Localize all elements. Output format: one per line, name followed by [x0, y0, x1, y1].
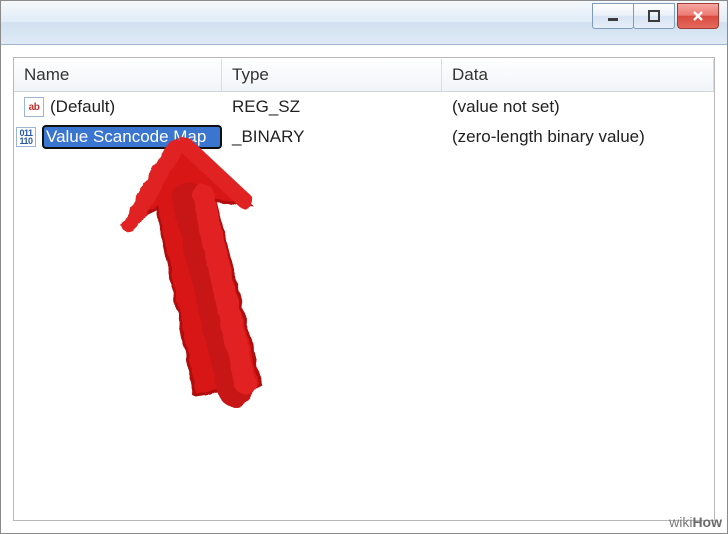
titlebar: [1, 1, 727, 45]
cell-data: (value not set): [442, 97, 714, 117]
cell-type: _BINARY: [222, 127, 442, 147]
watermark-prefix: wiki: [669, 514, 692, 530]
cell-data: (zero-length binary value): [442, 127, 714, 147]
cell-type: REG_SZ: [222, 97, 442, 117]
window-controls: [593, 3, 719, 29]
close-icon: [691, 9, 705, 23]
minimize-button[interactable]: [592, 3, 634, 29]
string-value-icon: ab: [24, 97, 44, 117]
client-area: Name Type Data ab (Default) REG_SZ (valu…: [1, 45, 727, 533]
maximize-button[interactable]: [633, 3, 675, 29]
table-row[interactable]: ab (Default) REG_SZ (value not set): [14, 92, 714, 122]
registry-editor-window: Name Type Data ab (Default) REG_SZ (valu…: [0, 0, 728, 534]
column-header-type[interactable]: Type: [222, 59, 442, 91]
minimize-icon: [606, 9, 620, 23]
binary-value-icon: 011110: [16, 127, 36, 147]
value-name: (Default): [50, 97, 115, 117]
list-header: Name Type Data: [14, 58, 714, 92]
value-rename-input[interactable]: [42, 125, 222, 149]
registry-value-list: Name Type Data ab (Default) REG_SZ (valu…: [13, 57, 715, 521]
watermark-suffix: How: [692, 514, 722, 530]
list-body[interactable]: ab (Default) REG_SZ (value not set) 0111…: [14, 92, 714, 520]
cell-name: ab (Default): [14, 97, 222, 117]
table-row[interactable]: 011110 _BINARY (zero-length binary value…: [14, 122, 714, 152]
maximize-icon: [647, 9, 661, 23]
watermark: wikiHow: [669, 514, 722, 530]
column-header-name[interactable]: Name: [14, 59, 222, 91]
cell-name: 011110: [14, 125, 222, 149]
close-button[interactable]: [677, 3, 719, 29]
column-header-data[interactable]: Data: [442, 59, 714, 91]
